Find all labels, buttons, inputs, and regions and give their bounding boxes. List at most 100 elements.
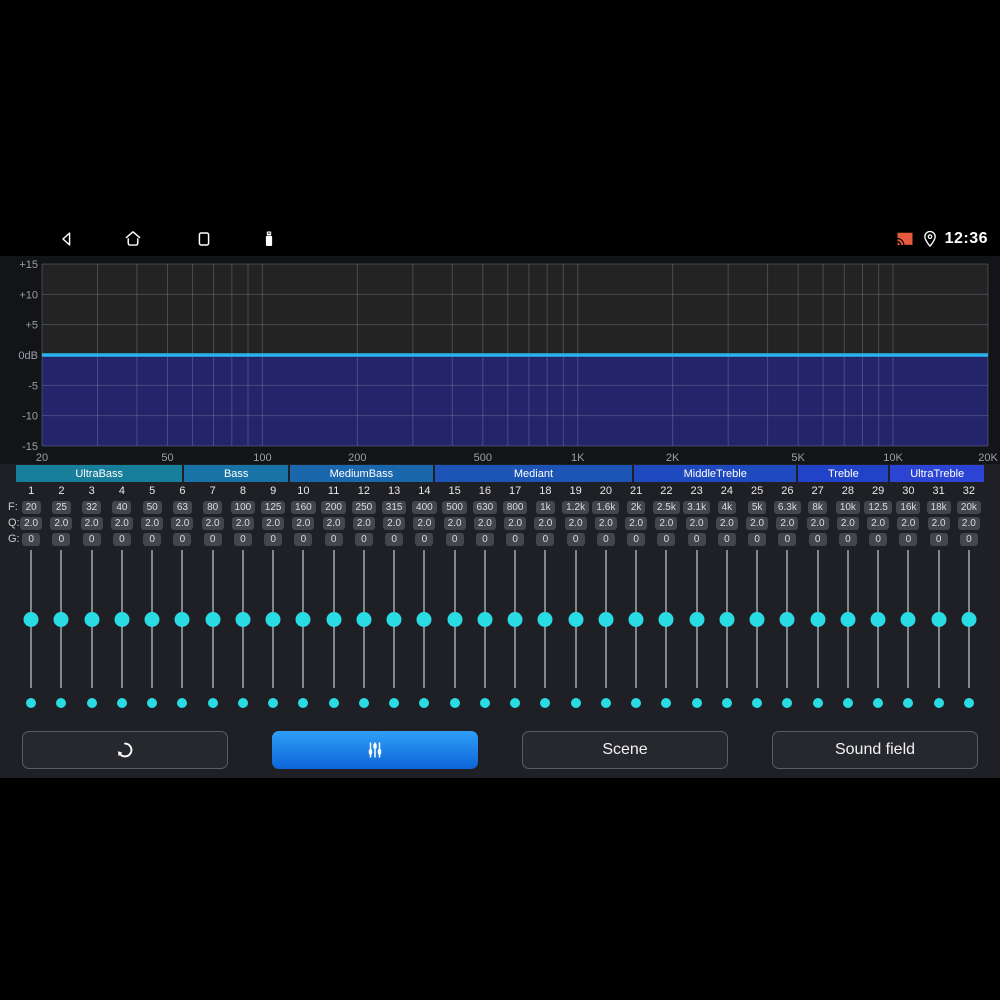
x-axis-tick-label: 50 [161, 452, 173, 464]
eq-slider-channel-30 [893, 548, 923, 708]
slider-knob[interactable] [689, 611, 705, 627]
gain-value-row: 00000000000000000000000000000000 [16, 531, 984, 547]
eq-slider-channel-26 [772, 548, 802, 708]
slider-knob[interactable] [779, 611, 795, 627]
slider-knob[interactable] [507, 611, 523, 627]
slider-knob[interactable] [628, 611, 644, 627]
q-factor-value: 2.0 [443, 516, 466, 530]
eq-response-chart: +15+10+50dB-5-10-1520 50 100 200 500 1K 2K 5K 10… [0, 256, 1000, 464]
frequency-value: 25 [51, 500, 71, 514]
slider-knob[interactable] [447, 611, 463, 627]
eq-slider-channel-18 [530, 548, 560, 708]
back-button[interactable] [56, 228, 78, 250]
channel-number: 22 [660, 485, 673, 497]
y-axis-tick-label: +15 [19, 259, 38, 271]
gain-value: 0 [173, 532, 192, 546]
slider-knob[interactable] [568, 611, 584, 627]
q-factor-value: 2.0 [957, 516, 980, 530]
slider-knob[interactable] [870, 611, 886, 627]
q-factor-value: 2.0 [383, 516, 406, 530]
gain-value: 0 [596, 532, 615, 546]
slider-knob[interactable] [749, 611, 765, 627]
slider-dot [600, 698, 611, 708]
eq-slider-channel-7 [198, 548, 228, 708]
q-factor-cell: 2.0 [742, 515, 772, 531]
frequency-cell: 80 [198, 499, 228, 515]
slider-knob[interactable] [114, 611, 130, 627]
gain-value: 0 [264, 532, 283, 546]
slider-knob[interactable] [235, 611, 251, 627]
gain-value: 0 [778, 532, 797, 546]
channel-number: 10 [297, 485, 310, 497]
slider-knob[interactable] [295, 611, 311, 627]
channel-number: 29 [872, 485, 885, 497]
slider-knob[interactable] [174, 611, 190, 627]
band-mediant: Mediant [434, 465, 633, 482]
slider-knob[interactable] [900, 611, 916, 627]
channel-number: 9 [270, 485, 277, 497]
slider-knob[interactable] [840, 611, 856, 627]
q-factor-value: 2.0 [594, 516, 617, 530]
slider-dot [298, 698, 309, 708]
slider-dot [570, 698, 581, 708]
gain-cell: 0 [349, 531, 379, 547]
location-icon [923, 230, 936, 248]
y-axis-tick-label: +10 [19, 289, 38, 301]
slider-knob[interactable] [810, 611, 826, 627]
gain-cell: 0 [470, 531, 500, 547]
q-factor-value: 2.0 [201, 516, 224, 530]
slider-dot [147, 698, 158, 708]
eq-slider-channel-11 [319, 548, 349, 708]
eq-slider-channel-4 [107, 548, 137, 708]
frequency-cell: 315 [379, 499, 409, 515]
slider-knob[interactable] [537, 611, 553, 627]
reset-button[interactable] [22, 731, 228, 769]
gain-value: 0 [536, 532, 555, 546]
frequency-cell: 18k [924, 499, 954, 515]
recents-button[interactable] [193, 228, 215, 250]
slider-knob[interactable] [23, 611, 39, 627]
slider-knob[interactable] [961, 611, 977, 627]
frequency-value: 125 [260, 500, 286, 514]
slider-knob[interactable] [477, 611, 493, 627]
slider-knob[interactable] [84, 611, 100, 627]
gain-cell: 0 [500, 531, 530, 547]
home-button[interactable] [122, 228, 144, 250]
gain-cell: 0 [228, 531, 258, 547]
slider-knob[interactable] [144, 611, 160, 627]
q-factor-cell: 2.0 [500, 515, 530, 531]
eq-slider-channel-8 [228, 548, 258, 708]
x-axis-tick-label: 2K [666, 452, 680, 464]
x-axis-tick-label: 200 [348, 452, 366, 464]
frequency-value: 6.3k [773, 500, 801, 514]
x-axis-tick-label: 1K [571, 452, 585, 464]
slider-dot [631, 698, 642, 708]
frequency-cell: 200 [319, 499, 349, 515]
slider-knob[interactable] [205, 611, 221, 627]
channel-number: 26 [781, 485, 794, 497]
frequency-value: 630 [472, 500, 498, 514]
equalizer-button[interactable] [272, 731, 478, 769]
slider-knob[interactable] [265, 611, 281, 627]
gain-value: 0 [506, 532, 525, 546]
slider-knob[interactable] [719, 611, 735, 627]
slider-knob[interactable] [416, 611, 432, 627]
slider-knob[interactable] [53, 611, 69, 627]
slider-dot [479, 698, 490, 708]
frequency-value: 20k [956, 500, 981, 514]
slider-knob[interactable] [356, 611, 372, 627]
q-factor-value: 2.0 [141, 516, 164, 530]
slider-dot [237, 698, 248, 708]
slider-knob[interactable] [598, 611, 614, 627]
slider-knob[interactable] [931, 611, 947, 627]
sound-field-button[interactable]: Sound field [772, 731, 978, 769]
gain-value: 0 [627, 532, 646, 546]
slider-knob[interactable] [326, 611, 342, 627]
q-factor-cell: 2.0 [561, 515, 591, 531]
frequency-value: 8k [808, 500, 827, 514]
q-factor-cell: 2.0 [409, 515, 439, 531]
scene-button[interactable]: Scene [522, 731, 728, 769]
gain-value: 0 [203, 532, 222, 546]
slider-knob[interactable] [386, 611, 402, 627]
slider-knob[interactable] [658, 611, 674, 627]
